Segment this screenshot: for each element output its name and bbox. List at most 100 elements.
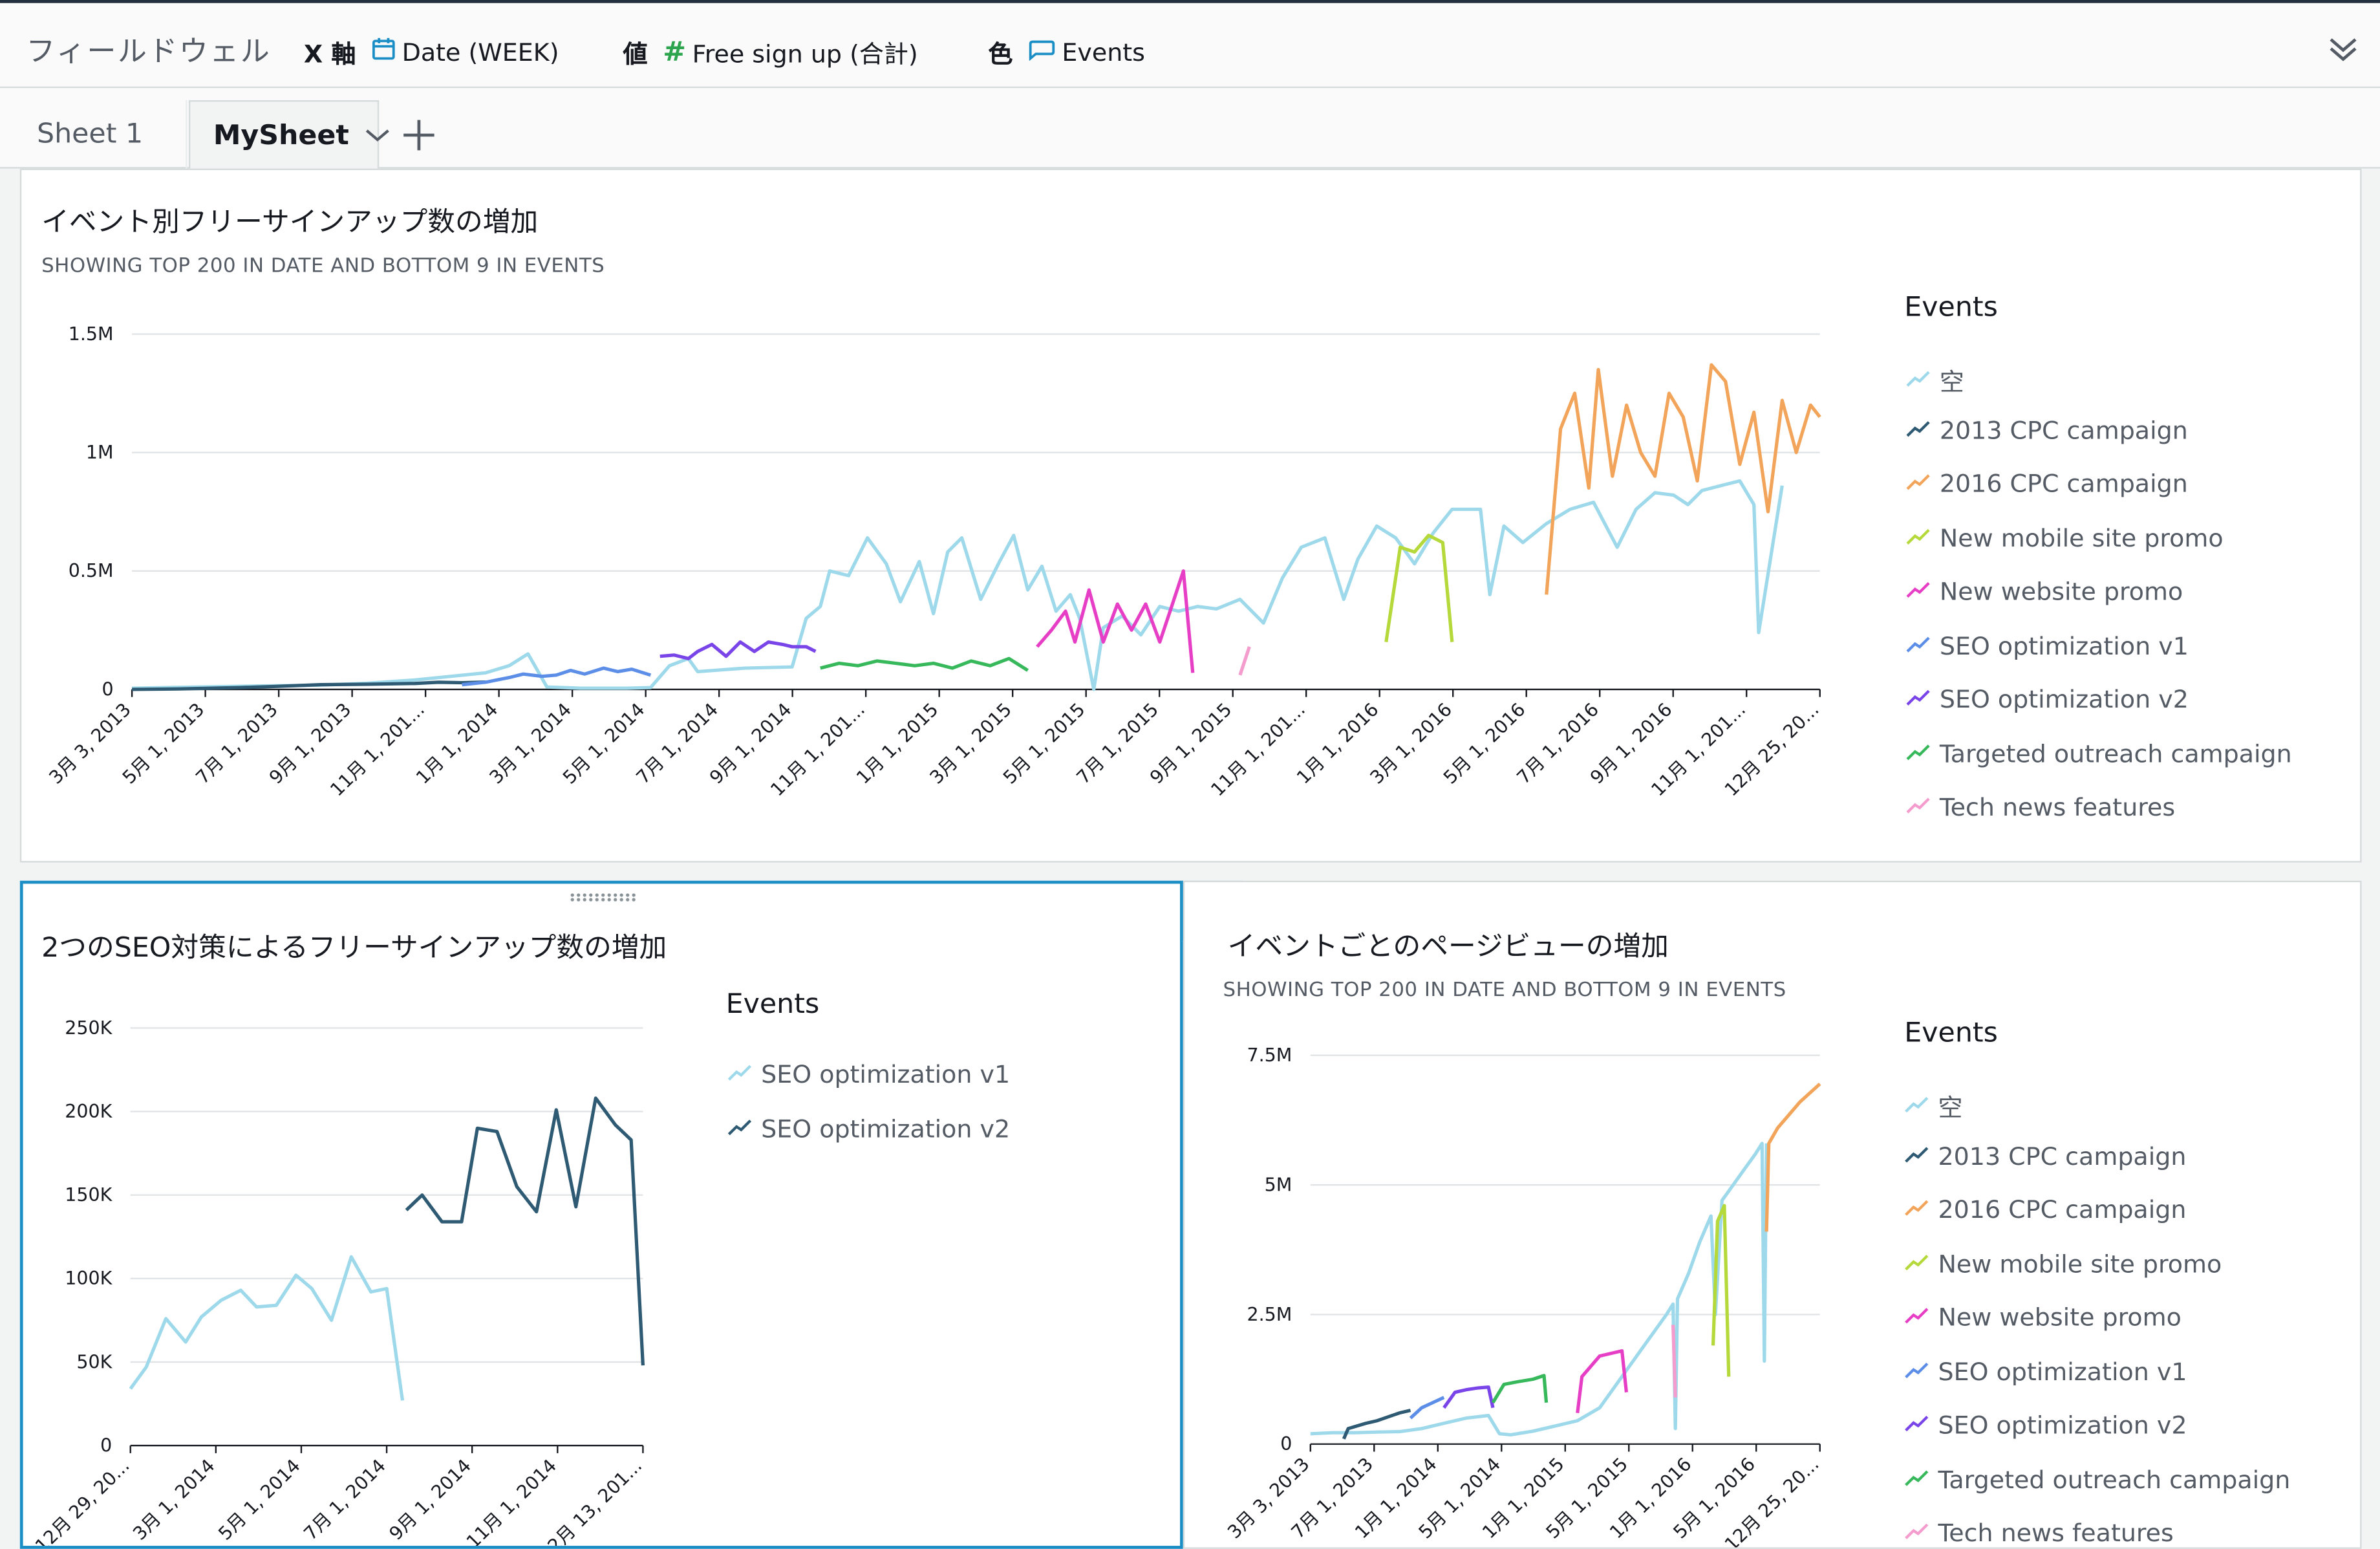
color-well[interactable]: 色 Events xyxy=(988,34,1145,70)
tag-icon xyxy=(1028,38,1056,67)
legend-label: New mobile site promo xyxy=(1938,1249,2222,1278)
y-tick-label: 0 xyxy=(1280,1433,1292,1455)
series-swatch-icon xyxy=(1904,1464,1929,1493)
legend-label: New website promo xyxy=(1939,577,2183,606)
tab-mysheet[interactable]: MySheet xyxy=(188,100,390,169)
value-label: 値 xyxy=(623,39,648,69)
series-swatch-icon xyxy=(1904,1519,1929,1548)
series-line[interactable] xyxy=(1310,1142,1768,1437)
x-tick-label: 3月 1, 2014 xyxy=(129,1455,219,1544)
legend-item[interactable]: SEO optimization v1 xyxy=(727,1060,1010,1089)
legend-label: SEO optimization v1 xyxy=(1938,1356,2187,1386)
series-swatch-icon xyxy=(1904,1141,1929,1170)
legend-label: 2013 CPC campaign xyxy=(1938,1141,2187,1170)
legend-label: 空 xyxy=(1938,1093,1963,1123)
legend-item[interactable]: 空 xyxy=(1906,362,1964,398)
x-axis-well[interactable]: X 軸 Date (WEEK) xyxy=(304,34,559,70)
line-chart[interactable]: 0 50K 100K 150K 200K 250K 12月 29, 20...3月 1, 2… xyxy=(23,883,1183,1548)
tab-sheet-1[interactable]: Sheet 1 xyxy=(0,100,188,169)
legend-item[interactable]: SEO optimization v2 xyxy=(727,1114,1010,1143)
legend-item[interactable]: SEO optimization v2 xyxy=(1904,1411,2187,1440)
value-field: Free sign up (合計) xyxy=(692,39,918,69)
legend-title: Events xyxy=(1904,291,1998,324)
series-line[interactable] xyxy=(1238,646,1251,676)
legend-item[interactable]: 空 xyxy=(1904,1087,1962,1123)
legend-item[interactable]: New mobile site promo xyxy=(1904,1249,2222,1278)
series-swatch-icon xyxy=(1904,1411,1929,1440)
series-line[interactable] xyxy=(1671,1325,1677,1398)
series-line[interactable] xyxy=(405,1096,645,1366)
legend-label: Tech news features xyxy=(1939,792,2176,822)
series-swatch-icon xyxy=(727,1060,752,1089)
y-tick-label: 0 xyxy=(100,1435,112,1457)
x-tick-label: 11月 1, 2014 xyxy=(462,1455,561,1549)
series-line[interactable] xyxy=(1764,1082,1821,1232)
series-line[interactable] xyxy=(1409,1396,1445,1420)
series-swatch-icon xyxy=(1906,415,1931,444)
legend-item[interactable]: 2013 CPC campaign xyxy=(1904,1141,2186,1170)
tab-mysheet-label: MySheet xyxy=(213,119,349,151)
y-tick-label: 0.5M xyxy=(69,560,114,581)
series-swatch-icon xyxy=(727,1114,752,1143)
y-tick-label: 5M xyxy=(1265,1175,1292,1196)
y-tick-label: 7.5M xyxy=(1247,1045,1292,1066)
value-well[interactable]: 値 # Free sign up (合計) xyxy=(623,34,918,70)
legend-item[interactable]: New website promo xyxy=(1906,577,2183,606)
legend-title: Events xyxy=(1904,1017,1998,1050)
series-line[interactable] xyxy=(1491,1374,1549,1403)
series-swatch-icon xyxy=(1904,1249,1929,1278)
collapse-field-well-icon[interactable] xyxy=(2326,34,2360,70)
series-swatch-icon xyxy=(1904,1303,1929,1332)
series-swatch-icon xyxy=(1906,365,1931,395)
legend-label: Tech news features xyxy=(1938,1518,2174,1548)
legend-label: New mobile site promo xyxy=(1939,523,2224,552)
legend-item[interactable]: Tech news features xyxy=(1906,792,2176,822)
legend-label: SEO optimization v1 xyxy=(1939,631,2189,660)
series-line[interactable] xyxy=(1545,363,1821,595)
visual-top[interactable]: イベント別フリーサインアップ数の増加 SHOWING TOP 200 IN DA… xyxy=(19,168,2362,863)
series-swatch-icon xyxy=(1906,685,1931,714)
legend-item[interactable]: New website promo xyxy=(1904,1303,2182,1332)
series-line[interactable] xyxy=(1384,534,1454,643)
y-tick-label: 200K xyxy=(65,1101,113,1122)
series-swatch-icon xyxy=(1904,1195,1929,1224)
x-tick-label: 9月 1, 2014 xyxy=(385,1455,476,1544)
legend-item[interactable]: Targeted outreach campaign xyxy=(1906,739,2292,768)
series-line[interactable] xyxy=(1442,1385,1495,1409)
drag-handle[interactable] xyxy=(569,893,637,902)
y-tick-label: 1.5M xyxy=(69,323,114,345)
add-sheet-icon[interactable] xyxy=(396,113,442,158)
legend-label: 空 xyxy=(1939,367,1964,396)
hash-icon: # xyxy=(663,36,687,68)
legend-item[interactable]: Tech news features xyxy=(1904,1518,2174,1548)
visual-bottom-right[interactable]: イベントごとのページビューの増加 SHOWING TOP 200 IN DATE… xyxy=(1183,880,2362,1549)
series-line[interactable] xyxy=(132,479,1784,691)
series-swatch-icon xyxy=(1906,631,1931,660)
field-well-title: フィールドウェル xyxy=(26,34,272,69)
legend-item[interactable]: SEO optimization v1 xyxy=(1906,631,2189,660)
x-tick-label: 12月 29, 20... xyxy=(31,1455,134,1549)
legend-title: Events xyxy=(725,988,820,1021)
x-tick-label: 5月 1, 2014 xyxy=(214,1455,305,1544)
series-swatch-icon xyxy=(1906,739,1931,768)
x-axis-field: Date (WEEK) xyxy=(402,37,559,67)
legend-item[interactable]: 2013 CPC campaign xyxy=(1906,415,2188,444)
series-swatch-icon xyxy=(1904,1357,1929,1386)
legend-label: SEO optimization v2 xyxy=(1938,1411,2187,1440)
series-line[interactable] xyxy=(1342,1409,1411,1440)
calendar-icon xyxy=(371,36,396,67)
series-line[interactable] xyxy=(820,656,1029,672)
legend-item[interactable]: SEO optimization v1 xyxy=(1904,1356,2187,1386)
series-swatch-icon xyxy=(1904,1091,1929,1120)
series-line[interactable] xyxy=(659,640,817,660)
legend-item[interactable]: 2016 CPC campaign xyxy=(1906,469,2188,498)
y-tick-label: 100K xyxy=(65,1268,113,1289)
visual-bottom-left[interactable]: 2つのSEO対策によるフリーサインアップ数の増加 0 50K 100K 150K 200… xyxy=(19,880,1183,1549)
chevron-down-icon[interactable] xyxy=(365,126,392,144)
series-swatch-icon xyxy=(1906,577,1931,606)
legend-item[interactable]: SEO optimization v2 xyxy=(1906,685,2189,714)
legend-item[interactable]: 2016 CPC campaign xyxy=(1904,1195,2186,1224)
legend-item[interactable]: Targeted outreach campaign xyxy=(1904,1464,2290,1493)
series-swatch-icon xyxy=(1906,793,1931,822)
legend-item[interactable]: New mobile site promo xyxy=(1906,523,2224,552)
